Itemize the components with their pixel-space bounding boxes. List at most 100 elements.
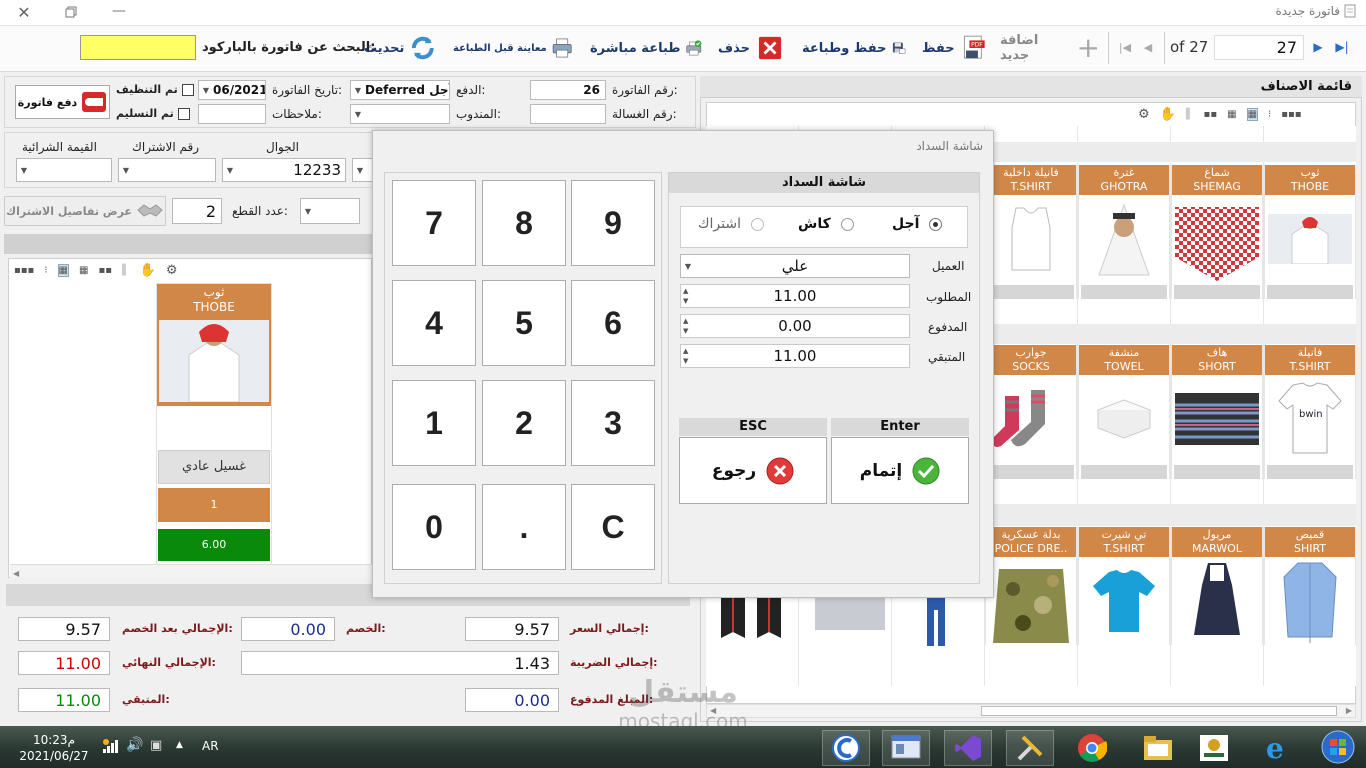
save-print-button[interactable]: حفظ وطباعة (802, 32, 906, 64)
first-page-icon[interactable]: |◀ (1116, 38, 1134, 56)
tray-volume-icon[interactable]: 🔊 (126, 737, 143, 753)
last-page-icon[interactable]: ▶| (1332, 38, 1352, 56)
taskbar-laundry-app-icon[interactable] (822, 730, 870, 766)
cleaned-checkbox[interactable] (181, 83, 194, 96)
tray-chevron-up-icon[interactable]: ▲ (176, 740, 183, 750)
paid-amount-field[interactable]: ▲ ▼ 0.00 (680, 314, 910, 338)
view-vertical-icon[interactable]: ⁝ (1268, 109, 1271, 120)
tray-device-icon[interactable]: ▣ (150, 738, 162, 753)
payment-type-select[interactable]: ▼Deferred آجل (350, 80, 450, 100)
product-card[interactable]: مريول MARWOL (1171, 527, 1263, 645)
product-card[interactable]: تي شيرت T.SHIRT (1078, 527, 1170, 645)
washer-number-field[interactable] (530, 104, 606, 124)
maximize-icon[interactable] (62, 4, 80, 20)
taskbar-app-window-icon[interactable] (882, 730, 930, 766)
tray-network-icon[interactable] (102, 738, 120, 757)
subscription-select[interactable]: ▼ (118, 158, 216, 182)
barcode-search-input[interactable] (80, 35, 196, 60)
remaining-amount-field[interactable]: ▲ ▼ 11.00 (680, 344, 910, 368)
numpad-key-8[interactable]: 8 (482, 180, 566, 266)
refresh-button[interactable]: تحديث (364, 32, 438, 64)
radio-deferred[interactable]: آجل (892, 216, 943, 232)
payment-customer-select[interactable]: ▼ علي (680, 254, 910, 278)
taskbar-app-icon[interactable] (1190, 730, 1238, 766)
view-carousel-icon[interactable]: ▪▪ (1204, 109, 1218, 120)
taskbar-visual-studio-icon[interactable] (944, 730, 992, 766)
extra-select[interactable]: ▼ (300, 198, 360, 224)
confirm-button[interactable]: إتمام (831, 437, 969, 504)
service-type-label[interactable]: غسيل عادي (158, 450, 270, 484)
taskbar-explorer-icon[interactable] (1134, 730, 1182, 766)
discount-value[interactable]: 0.00 (241, 617, 335, 641)
start-button[interactable] (1318, 728, 1358, 766)
gear-icon[interactable]: ⚙ (166, 263, 178, 278)
add-new-button[interactable]: اضافة جديد + (1000, 32, 1100, 64)
mobile-select[interactable]: ▼ 12233 (222, 158, 346, 182)
products-scrollbar[interactable]: ◀ ▶ (706, 704, 1356, 718)
quantity-cell[interactable]: 1 (158, 488, 270, 522)
direct-print-button[interactable]: طباعة مباشرة (590, 32, 702, 64)
product-card[interactable]: جوارب SOCKS (985, 345, 1077, 479)
hand-icon[interactable]: ✋ (1160, 107, 1176, 122)
view-list-icon[interactable]: ▪▪▪ (1281, 109, 1301, 120)
taskbar-ie-icon[interactable]: e (1254, 730, 1302, 766)
numpad-key-5[interactable]: 5 (482, 280, 566, 366)
product-card[interactable]: شماغ SHEMAG (1171, 165, 1263, 299)
product-card[interactable]: بدلة عسكرية POLICE DRE.. (985, 527, 1077, 645)
numpad-key-dot[interactable]: . (482, 484, 566, 570)
product-card[interactable]: منشفة TOWEL (1078, 345, 1170, 479)
product-card[interactable]: ثوب THOBE (1264, 165, 1356, 299)
page-number-input[interactable]: 27 (1214, 35, 1304, 60)
numpad-key-3[interactable]: 3 (571, 380, 655, 466)
radio-subscription[interactable]: اشتراك (698, 216, 764, 232)
view-carousel-icon[interactable]: ▪▪ (98, 265, 112, 276)
view-tiles-icon[interactable]: ▦ (57, 263, 69, 277)
numpad-key-2[interactable]: 2 (482, 380, 566, 466)
delete-button[interactable]: حذف (718, 32, 782, 64)
delivered-checkbox[interactable] (177, 107, 190, 120)
view-subscription-button[interactable]: عرض تفاصيل الاشتراك (4, 196, 166, 226)
view-grid-icon[interactable]: ▦ (1227, 109, 1236, 120)
numpad-key-9[interactable]: 9 (571, 180, 655, 266)
tray-clock[interactable]: 10:23م 2021/06/27 (14, 732, 94, 764)
radio-cash[interactable]: كاش (798, 216, 854, 232)
next-page-icon[interactable]: ▶ (1310, 38, 1326, 56)
numpad-key-1[interactable]: 1 (392, 380, 476, 466)
cart-scrollbar[interactable]: ◀ (10, 564, 372, 578)
product-card[interactable]: غترة GHOTRA (1078, 165, 1170, 299)
save-button[interactable]: حفظ PDF (922, 32, 986, 64)
purchase-value-select[interactable]: ▼ (16, 158, 112, 182)
notes-field[interactable] (198, 104, 266, 124)
numpad-key-7[interactable]: 7 (392, 180, 476, 266)
view-grid-icon[interactable]: ▦ (79, 265, 88, 276)
view-list-icon[interactable]: ▪▪▪ (14, 265, 34, 276)
hand-icon[interactable]: ✋ (140, 263, 156, 278)
invoice-number-field[interactable]: 26 (530, 80, 606, 100)
numpad-key-4[interactable]: 4 (392, 280, 476, 366)
back-button[interactable]: رجوع (679, 437, 827, 504)
pieces-count-field[interactable]: 2 (172, 198, 222, 224)
taskbar-tools-icon[interactable] (1006, 730, 1054, 766)
delegate-select[interactable]: ▼ (350, 104, 450, 124)
taskbar-chrome-icon[interactable] (1068, 730, 1116, 766)
product-card[interactable]: قميص SHIRT (1264, 527, 1356, 645)
numpad-key-clear[interactable]: C (571, 484, 655, 570)
close-icon[interactable]: ✕ (14, 3, 34, 22)
required-amount-field[interactable]: ▲ ▼ 11.00 (680, 284, 910, 308)
product-card[interactable]: فانيلة T.SHIRT bwin (1264, 345, 1356, 479)
prev-page-icon[interactable]: ◀ (1140, 38, 1156, 56)
cart-item-card[interactable]: ثوب THOBE غسيل عادي 1 6.00 (156, 283, 272, 565)
numpad-key-0[interactable]: 0 (392, 484, 476, 570)
invoice-date-picker[interactable]: ▼ 06/2021 (198, 80, 266, 100)
scroll-right-icon[interactable]: ▶ (1346, 706, 1352, 715)
scroll-left-icon[interactable]: ◀ (10, 569, 19, 578)
view-vertical-icon[interactable]: ⁝ (44, 265, 47, 276)
view-tiles-icon[interactable]: ▦ (1246, 107, 1259, 121)
print-preview-button[interactable]: معاينة قبل الطباعة (453, 32, 573, 64)
tray-language[interactable]: AR (202, 739, 219, 753)
numpad-key-6[interactable]: 6 (571, 280, 655, 366)
scroll-thumb[interactable] (981, 706, 1337, 716)
gear-icon[interactable]: ⚙ (1138, 107, 1150, 122)
minimize-icon[interactable]: — (110, 2, 128, 20)
product-card[interactable]: هاف SHORT (1171, 345, 1263, 479)
